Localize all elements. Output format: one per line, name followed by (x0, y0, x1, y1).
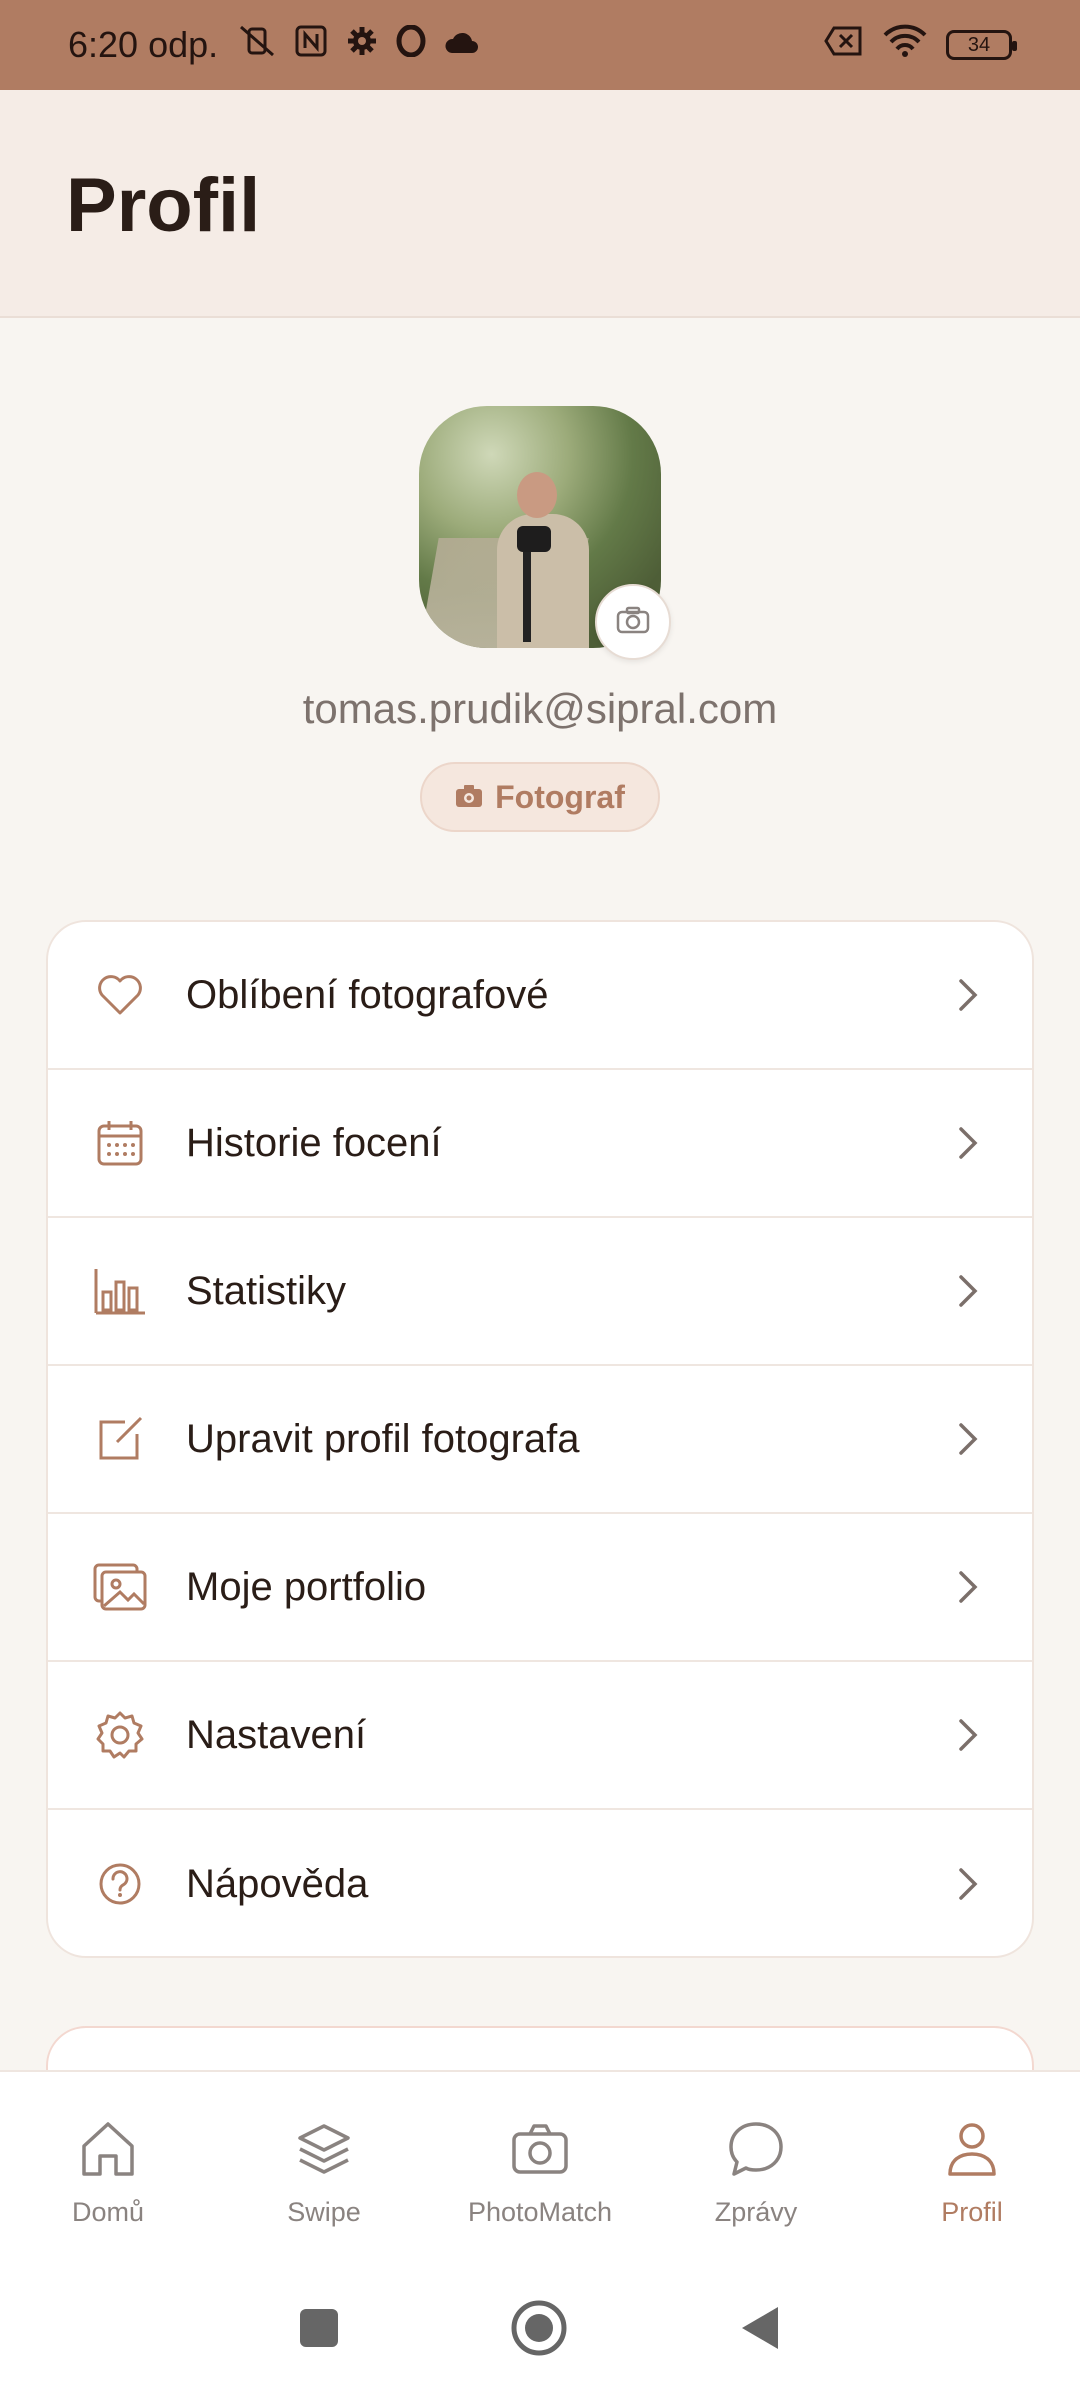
menu-item-edit-photographer-profile[interactable]: Upravit profil fotografa (48, 1366, 1032, 1514)
nav-label: Domů (71, 2197, 145, 2227)
nav-label: Profil (941, 2197, 1003, 2227)
camera-icon (455, 779, 483, 816)
calendar-icon (92, 1115, 148, 1171)
chevron-right-icon (952, 1567, 984, 1607)
menu-item-help[interactable]: Nápověda (48, 1810, 1032, 1956)
nfc-icon (294, 24, 328, 67)
nav-label: PhotoMatch (467, 2197, 613, 2227)
nav-label: Swipe (287, 2197, 361, 2227)
status-time: 6:20 odp. (68, 24, 219, 65)
chat-icon (726, 2120, 786, 2183)
chevron-right-icon (952, 1271, 984, 1311)
wifi-icon (882, 24, 928, 67)
recent-apps-button[interactable] (298, 2307, 340, 2354)
back-button[interactable] (738, 2303, 782, 2358)
sim-off-icon (824, 24, 864, 66)
camera-icon (615, 605, 651, 640)
profile-avatar-container (419, 406, 671, 660)
system-navigation-bar (0, 2260, 1080, 2400)
menu-item-label: Nastavení (186, 1712, 367, 1757)
menu-item-label: Upravit profil fotografa (186, 1416, 580, 1461)
bar-chart-icon (92, 1263, 148, 1319)
menu-item-my-portfolio[interactable]: Moje portfolio (48, 1514, 1032, 1662)
menu-item-settings[interactable]: Nastavení (48, 1662, 1032, 1810)
profile-email: tomas.prudik@sipral.com (302, 685, 778, 732)
menu-item-favorite-photographers[interactable]: Oblíbení fotografové (48, 922, 1032, 1070)
home-icon (78, 2120, 138, 2183)
menu-item-label: Oblíbení fotografové (186, 972, 549, 1017)
menu-item-shoot-history[interactable]: Historie focení (48, 1070, 1032, 1218)
menu-item-label: Historie focení (186, 1120, 442, 1165)
heart-icon (92, 967, 148, 1023)
user-icon (942, 2120, 1002, 2183)
role-badge: Fotograf (420, 762, 660, 832)
nav-item-profile[interactable]: Profil (872, 2120, 1072, 2228)
nav-item-home[interactable]: Domů (8, 2120, 208, 2228)
status-bar: 6:20 odp. 34 (0, 0, 1080, 90)
vibrate-off-icon (238, 24, 276, 67)
nav-item-photomatch[interactable]: PhotoMatch (440, 2120, 640, 2228)
nav-item-swipe[interactable]: Swipe (224, 2120, 424, 2228)
nav-item-messages[interactable]: Zprávy (656, 2120, 856, 2228)
page-title: Profil (66, 163, 261, 248)
gear-status-icon (346, 24, 378, 66)
menu-item-label: Nápověda (186, 1861, 369, 1906)
chevron-right-icon (952, 1864, 984, 1904)
menu-item-label: Moje portfolio (186, 1564, 427, 1609)
gear-icon (92, 1707, 148, 1763)
bottom-navigation: Domů Swipe PhotoMatch Zprávy Profil (0, 2070, 1080, 2260)
chevron-right-icon (952, 1715, 984, 1755)
help-icon (92, 1856, 148, 1912)
change-photo-button[interactable] (595, 584, 671, 660)
menu-item-statistics[interactable]: Statistiky (48, 1218, 1032, 1366)
chevron-right-icon (952, 975, 984, 1015)
menu-item-label: Statistiky (186, 1268, 347, 1313)
profile-menu: Oblíbení fotografové Historie focení Sta… (46, 920, 1034, 1958)
home-button[interactable] (510, 2299, 568, 2362)
nav-label: Zprávy (714, 2197, 798, 2227)
role-label: Fotograf (495, 778, 625, 815)
gallery-icon (92, 1559, 148, 1615)
camera-icon (510, 2120, 570, 2183)
battery-indicator: 34 (946, 30, 1017, 60)
opera-icon (396, 24, 426, 66)
layers-icon (294, 2120, 354, 2183)
edit-icon (92, 1411, 148, 1467)
page-header: Profil (0, 90, 1080, 318)
chevron-right-icon (952, 1123, 984, 1163)
chevron-right-icon (952, 1419, 984, 1459)
cloud-icon (444, 24, 480, 66)
